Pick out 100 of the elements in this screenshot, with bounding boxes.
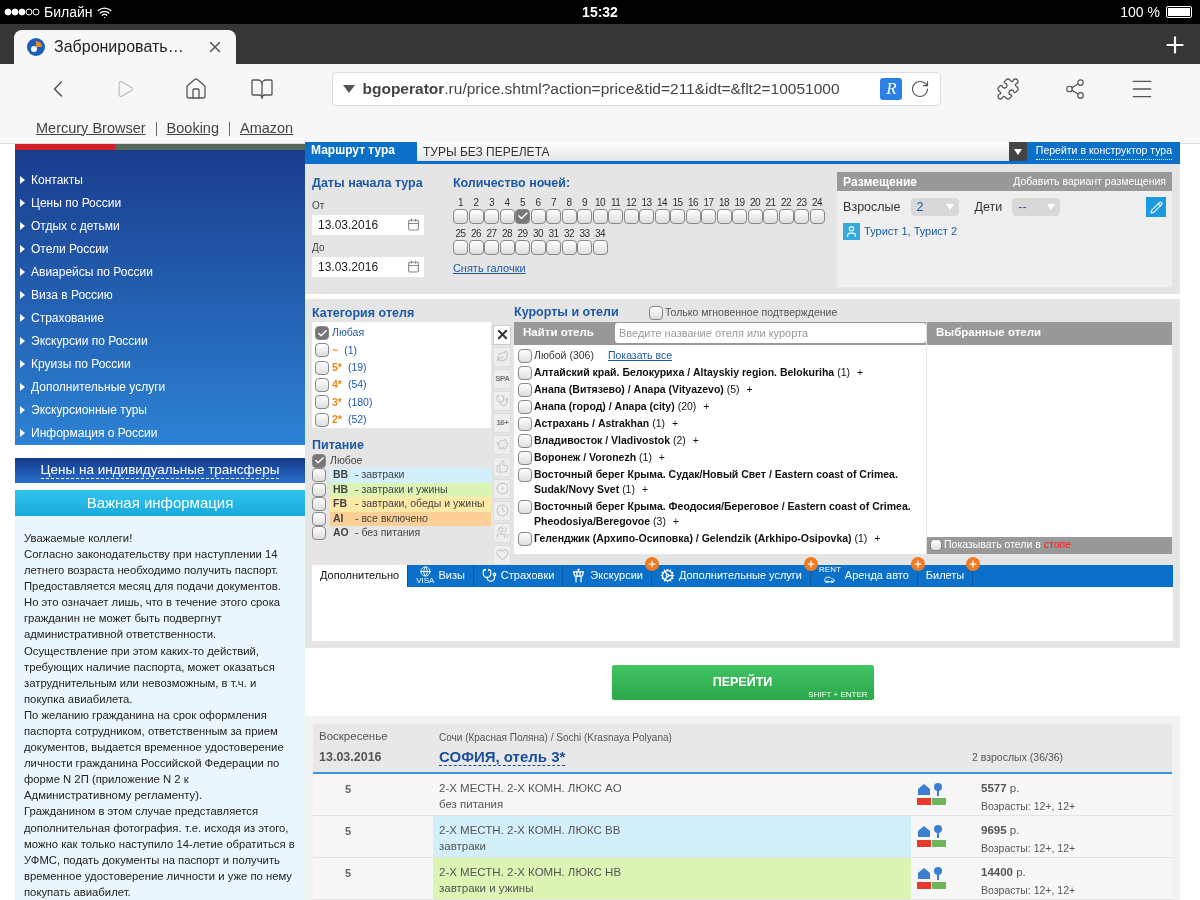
children-select[interactable]: -- <box>1012 198 1061 216</box>
checkbox[interactable] <box>453 208 469 224</box>
checkbox[interactable] <box>312 482 326 497</box>
checkbox[interactable] <box>530 239 546 255</box>
service-tab[interactable]: VISA Визы <box>408 564 474 587</box>
checkbox[interactable] <box>577 208 593 224</box>
checkbox[interactable] <box>518 531 532 546</box>
checkbox[interactable] <box>515 239 531 255</box>
checkbox[interactable] <box>499 239 515 255</box>
resort-item[interactable]: Владивосток / Vladivostok (2) + <box>534 432 703 448</box>
checkbox[interactable] <box>592 239 608 255</box>
reader-button[interactable]: R <box>880 78 903 100</box>
checkbox[interactable] <box>312 511 326 526</box>
checkbox[interactable] <box>453 239 469 255</box>
resort-item[interactable]: Алтайский край. Белокуриха / Altayskiy region. Belokuriha (1) + <box>534 364 868 380</box>
checkbox[interactable] <box>312 468 326 483</box>
address-bar[interactable]: bgoperator.ru/price.shtml?action=price&tid=211&idt=&flt2=10051000 R <box>331 72 942 106</box>
resort-item[interactable]: Воронеж / Voronezh (1) + <box>534 449 669 465</box>
resort-item[interactable]: Анапа (Витязево) / Anapa (Vityazevo) (5) + <box>534 381 757 397</box>
dropdown-icon[interactable] <box>1009 142 1027 161</box>
checkbox[interactable] <box>930 539 942 552</box>
checkbox[interactable] <box>518 416 532 431</box>
checkbox[interactable] <box>484 208 500 224</box>
checkbox[interactable] <box>518 348 532 363</box>
nav-link[interactable]: Отдых с детьми <box>20 214 305 238</box>
close-icon[interactable] <box>493 324 512 345</box>
nav-link[interactable]: Виза в Россию <box>20 283 305 307</box>
thumbs-up-icon[interactable] <box>493 456 512 477</box>
checkbox[interactable] <box>649 305 663 320</box>
checkbox[interactable] <box>546 239 562 255</box>
checkbox[interactable] <box>685 208 701 224</box>
filter-label[interactable]: 16+ <box>493 412 512 433</box>
checkbox[interactable] <box>312 453 326 468</box>
checkbox[interactable] <box>732 208 748 224</box>
checkbox[interactable] <box>546 208 562 224</box>
resort-item[interactable]: Восточный берег Крыма. Судак/Новый Свет / Eastern coast of Crimea. Sudak/Novy Svet (1) + <box>534 466 926 497</box>
checkbox[interactable] <box>315 378 329 393</box>
checkbox[interactable] <box>592 208 608 224</box>
nav-link[interactable]: Цены по России <box>20 191 305 215</box>
checkbox[interactable] <box>518 467 532 482</box>
checkbox[interactable] <box>499 208 515 224</box>
checkbox[interactable] <box>716 208 732 224</box>
filter-label[interactable]: SPA <box>493 368 512 389</box>
transfers-link[interactable]: Цены на индивидуальные трансферы <box>40 461 280 479</box>
checkbox[interactable] <box>747 208 763 224</box>
checkbox[interactable] <box>654 208 670 224</box>
nav-link[interactable]: Авиарейсы по России <box>20 260 305 284</box>
resort-item[interactable]: Анапа (город) / Anapa (city) (20) + <box>534 398 714 414</box>
reload-icon[interactable] <box>910 79 931 99</box>
nav-link[interactable]: Экскурсии по России <box>20 329 305 353</box>
checkbox[interactable] <box>315 343 329 358</box>
service-tab[interactable]: Страховки <box>473 564 564 587</box>
checkbox[interactable] <box>561 239 577 255</box>
adults-select[interactable]: 2 <box>910 198 959 216</box>
clear-link[interactable]: Снять галочки <box>452 261 526 274</box>
checkbox[interactable] <box>518 499 532 514</box>
nav-link[interactable]: Дополнительные услуги <box>20 375 305 399</box>
checkbox[interactable] <box>518 365 532 380</box>
calendar-icon[interactable] <box>407 218 420 232</box>
checkbox[interactable] <box>778 208 794 224</box>
checkbox[interactable] <box>701 208 717 224</box>
nav-link[interactable]: Контакты <box>20 168 305 192</box>
dropdown-icon[interactable] <box>342 85 355 93</box>
hotel-name-link[interactable]: СОФИЯ, отель 3* <box>439 748 566 766</box>
checkbox[interactable] <box>468 208 484 224</box>
checkbox[interactable] <box>561 208 577 224</box>
browser-tab[interactable]: Забронировать… <box>14 30 236 64</box>
resort-item[interactable]: Геленджик (Архипо-Осиповка) / Gelendzik (Arkhipo-Osipovka) (1) + <box>534 530 885 546</box>
bookmark-link[interactable]: Booking <box>166 117 219 140</box>
checkbox[interactable] <box>518 450 532 465</box>
show-all-link[interactable]: Показать все <box>607 347 673 363</box>
hotel-search-field[interactable]: Введите название отеля или курорта <box>615 323 926 344</box>
service-tab[interactable]: Дополнительно <box>312 564 409 587</box>
checkbox[interactable] <box>484 239 500 255</box>
checkbox[interactable] <box>468 239 484 255</box>
checkbox[interactable] <box>608 208 624 224</box>
checkbox[interactable] <box>639 208 655 224</box>
checkbox[interactable] <box>312 497 326 512</box>
route-select[interactable]: ТУРЫ БЕЗ ПЕРЕЛЕТА <box>417 142 1027 161</box>
checkbox[interactable] <box>315 326 329 341</box>
checkbox[interactable] <box>763 208 779 224</box>
nav-link[interactable]: Экскурсионные туры <box>20 398 305 422</box>
date-field[interactable]: 13.03.2016 <box>312 214 424 235</box>
nav-link[interactable]: Отели России <box>20 237 305 261</box>
calendar-icon[interactable] <box>407 260 420 274</box>
nav-link[interactable]: Круизы по России <box>20 352 305 376</box>
checkbox[interactable] <box>315 412 329 427</box>
checkbox[interactable] <box>518 399 532 414</box>
checkbox[interactable] <box>315 395 329 410</box>
checkbox[interactable] <box>518 433 532 448</box>
resort-item[interactable]: Восточный берег Крыма. Феодосия/Береговое / Eastern coast of Crimea. Pheodosiya/Beregovoe (3) + <box>534 498 926 529</box>
checkbox[interactable] <box>515 208 531 224</box>
resort-item[interactable]: Астрахань / Astrakhan (1) + <box>534 415 683 431</box>
constructor-link[interactable]: Перейти в конструктор тура <box>1035 143 1172 160</box>
checkbox[interactable] <box>794 208 810 224</box>
checkbox[interactable] <box>670 208 686 224</box>
date-field[interactable]: 13.03.2016 <box>312 256 424 277</box>
checkbox[interactable] <box>623 208 639 224</box>
checkbox[interactable] <box>315 360 329 375</box>
checkbox[interactable] <box>518 382 532 397</box>
